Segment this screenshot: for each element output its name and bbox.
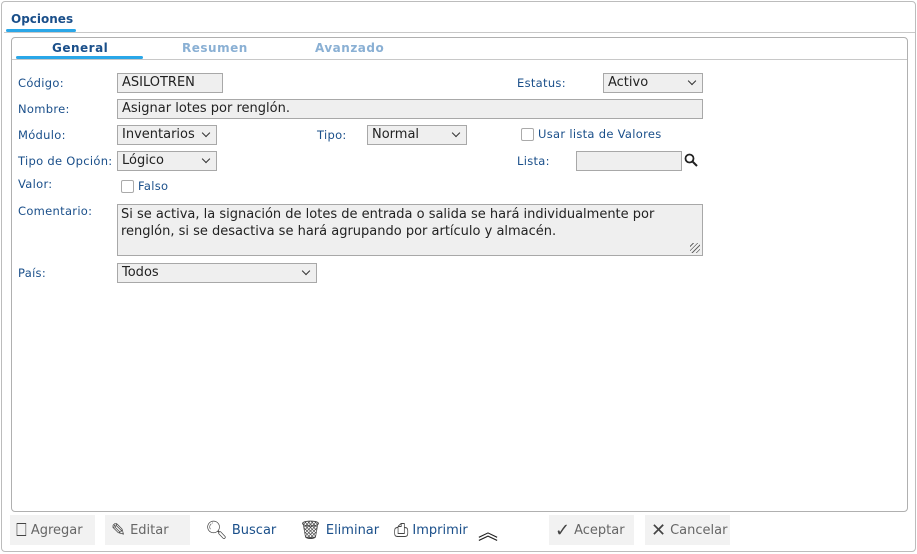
tipo-label: Tipo: xyxy=(317,128,347,142)
aceptar-label: Aceptar xyxy=(574,522,625,538)
editar-label: Editar xyxy=(130,522,169,538)
agregar-button[interactable]: ⎕ Agregar xyxy=(10,515,95,545)
search-icon[interactable] xyxy=(684,153,698,167)
modulo-select[interactable]: Inventarios xyxy=(117,125,217,145)
buscar-label: Buscar xyxy=(231,522,277,538)
imprimir-button[interactable]: ⎙ Imprimir xyxy=(388,515,474,545)
codigo-label: Código: xyxy=(18,76,64,90)
comentario-label: Comentario: xyxy=(18,204,93,218)
tab-resumen[interactable]: Resumen xyxy=(182,41,248,55)
comentario-text: Si se activa, la signación de lotes de e… xyxy=(121,207,655,239)
add-document-icon: ⎕ xyxy=(16,519,27,541)
aceptar-button[interactable]: ✓ Aceptar xyxy=(549,515,634,545)
collapse-button[interactable]: ︽ xyxy=(472,515,504,545)
printer-icon: ⎙ xyxy=(394,519,409,541)
divider xyxy=(4,32,915,33)
imprimir-label: Imprimir xyxy=(412,522,468,538)
divider xyxy=(12,59,907,60)
tipo-opcion-label: Tipo de Opción: xyxy=(18,154,113,168)
nombre-input[interactable]: Asignar lotes por renglón. xyxy=(117,99,703,119)
codigo-input[interactable]: ASILOTREN xyxy=(117,73,223,93)
cancelar-button[interactable]: ✕ Cancelar xyxy=(645,515,730,545)
tipo-opcion-select[interactable]: Lógico xyxy=(117,151,217,171)
editar-button[interactable]: ✎ Editar xyxy=(105,515,190,545)
modulo-label: Módulo: xyxy=(18,128,66,142)
search-document-icon: 🔍︎ xyxy=(205,519,228,541)
pais-select[interactable]: Todos xyxy=(117,263,317,283)
estatus-label: Estatus: xyxy=(517,76,566,90)
resize-handle[interactable] xyxy=(690,243,700,253)
estatus-select[interactable]: Activo xyxy=(603,73,703,93)
cancelar-label: Cancelar xyxy=(670,522,728,538)
pais-label: País: xyxy=(18,266,47,280)
valor-label: Valor: xyxy=(18,177,53,191)
tipo-select[interactable]: Normal xyxy=(367,125,467,145)
trash-icon: 🗑︎ xyxy=(299,519,322,541)
usar-lista-checkbox[interactable] xyxy=(521,128,534,141)
buscar-button[interactable]: 🔍︎ Buscar xyxy=(199,515,282,545)
lista-label: Lista: xyxy=(517,154,550,168)
edit-document-icon: ✎ xyxy=(111,519,127,541)
eliminar-label: Eliminar xyxy=(325,522,380,538)
tab-opciones[interactable]: Opciones xyxy=(11,12,73,26)
lista-input[interactable] xyxy=(576,151,682,171)
close-icon: ✕ xyxy=(651,519,667,541)
eliminar-button[interactable]: 🗑︎ Eliminar xyxy=(293,515,385,545)
check-icon: ✓ xyxy=(555,519,571,541)
nombre-label: Nombre: xyxy=(18,102,70,116)
tab-avanzado[interactable]: Avanzado xyxy=(315,41,384,55)
tab-general[interactable]: General xyxy=(52,41,108,55)
usar-lista-label: Usar lista de Valores xyxy=(538,127,662,141)
double-chevron-up-icon: ︽ xyxy=(478,519,498,544)
agregar-label: Agregar xyxy=(30,522,83,538)
comentario-textarea[interactable]: Si se activa, la signación de lotes de e… xyxy=(117,204,703,256)
valor-check-label: Falso xyxy=(138,179,169,193)
valor-checkbox[interactable] xyxy=(121,180,134,193)
